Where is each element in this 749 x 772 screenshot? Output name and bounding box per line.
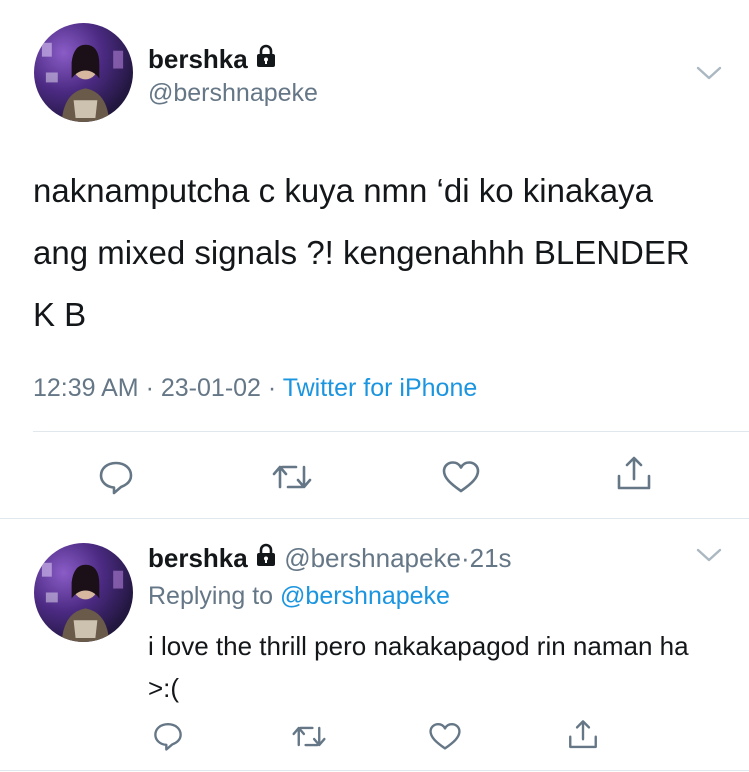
retweet-icon[interactable]: [270, 460, 314, 499]
meta-separator: ·: [267, 374, 277, 402]
divider: [33, 431, 749, 432]
retweet-icon[interactable]: [290, 722, 328, 756]
tweet-source-link[interactable]: Twitter for iPhone: [283, 374, 478, 402]
meta-separator: ·: [145, 374, 154, 402]
replying-to-label: Replying to: [148, 582, 274, 610]
tweet-text: i love the thrill pero nakakapagod rin n…: [148, 631, 689, 703]
replying-to: Replying to @bershnapeke: [148, 582, 450, 611]
tweet-time: 12:39 AM: [33, 374, 139, 402]
tweet-meta: 12:39 AM · 23-01-02 · Twitter for iPhone: [33, 374, 477, 403]
tweet-actions: [0, 718, 749, 758]
reply-header: bershka @bershnapeke·21s: [148, 543, 512, 574]
share-icon[interactable]: [566, 718, 600, 757]
lock-icon: [256, 44, 275, 67]
tweet-date: 23-01-02: [160, 374, 261, 402]
avatar-image: [41, 42, 124, 122]
chevron-down-icon[interactable]: [696, 64, 722, 87]
avatar[interactable]: [34, 23, 133, 122]
tweet-actions: [0, 452, 749, 502]
replying-to-handle[interactable]: @bershnapeke: [280, 582, 450, 610]
reply-icon[interactable]: [152, 720, 184, 757]
divider: [0, 518, 749, 519]
handle[interactable]: @bershnapeke: [148, 79, 318, 108]
tweet-age: 21s: [469, 543, 512, 573]
avatar-image: [41, 562, 124, 642]
tweet-text: naknamputcha c kuya nmn ‘di ko kinakaya …: [33, 172, 690, 333]
like-icon[interactable]: [428, 722, 462, 756]
display-name[interactable]: bershka: [148, 44, 277, 75]
reply-icon[interactable]: [97, 458, 135, 501]
like-icon[interactable]: [441, 460, 481, 499]
lock-icon: [256, 543, 275, 566]
display-name[interactable]: bershka: [148, 543, 248, 573]
meta-separator: ·: [460, 543, 470, 573]
divider: [0, 770, 749, 771]
handle[interactable]: @bershnapeke: [284, 543, 461, 573]
share-icon[interactable]: [614, 454, 654, 499]
chevron-down-icon[interactable]: [696, 546, 722, 569]
avatar[interactable]: [34, 543, 133, 642]
display-name-text: bershka: [148, 44, 248, 74]
